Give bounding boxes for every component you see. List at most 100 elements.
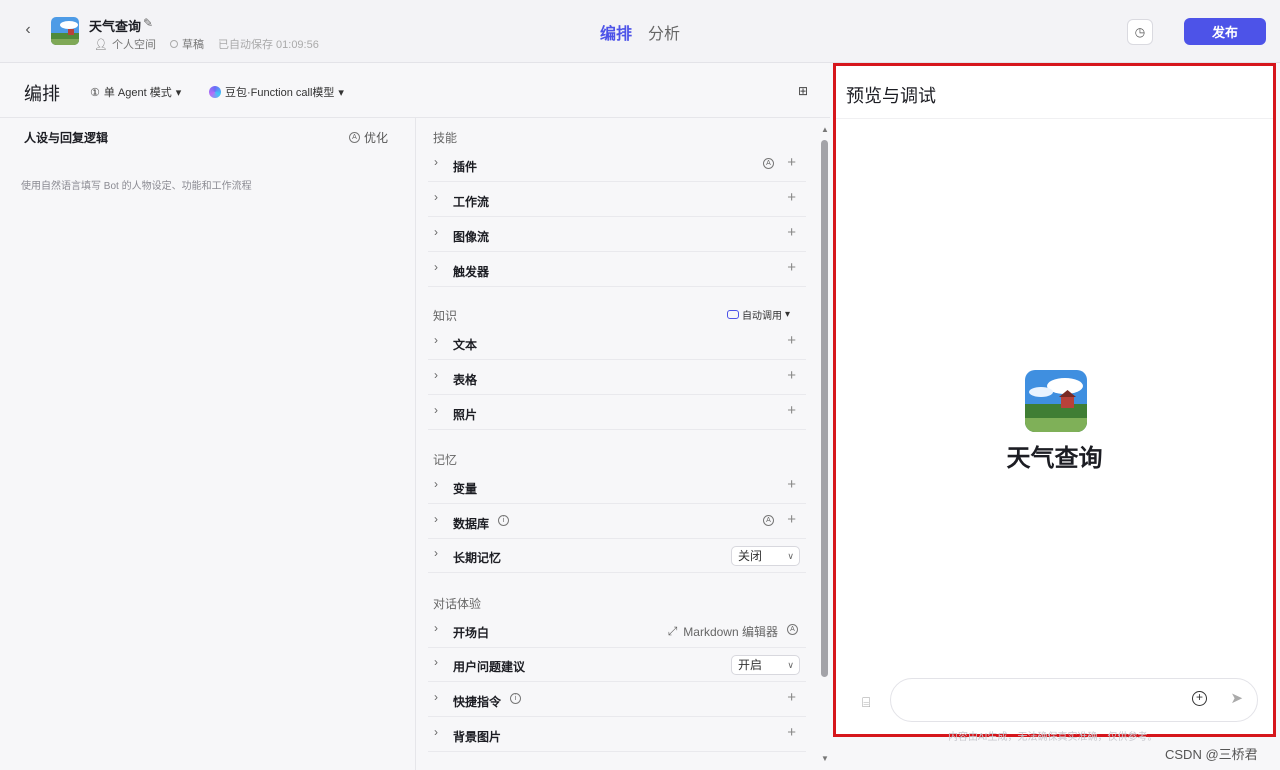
longterm-memory-select[interactable]: 关闭 ∨: [731, 546, 800, 566]
info-icon[interactable]: i: [498, 515, 509, 526]
row-label: 用户问题建议: [453, 660, 526, 674]
ai-disclaimer: 内容由AI生成，无法确保真实准确，仅供参考。: [948, 732, 1158, 743]
row-text[interactable]: › 文本 +: [428, 325, 806, 360]
layout-grid-icon[interactable]: ⊞: [798, 84, 808, 98]
ai-icon[interactable]: A: [787, 624, 798, 635]
chevron-right-icon: ›: [434, 368, 438, 382]
scroll-thumb[interactable]: [821, 140, 828, 677]
chevron-right-icon: ›: [434, 621, 438, 635]
row-workflow[interactable]: › 工作流 +: [428, 182, 806, 217]
add-icon[interactable]: +: [787, 189, 796, 206]
row-longterm-memory[interactable]: › 长期记忆 关闭 ∨: [428, 538, 806, 573]
select-value: 开启: [738, 658, 763, 672]
row-photo[interactable]: › 照片 +: [428, 395, 806, 430]
group-dialog: 对话体验: [433, 597, 482, 611]
add-attachment-icon[interactable]: +: [1192, 691, 1207, 706]
add-icon[interactable]: +: [787, 724, 796, 741]
add-icon[interactable]: +: [787, 332, 796, 349]
publish-button[interactable]: 发布: [1184, 18, 1266, 45]
add-icon[interactable]: +: [787, 402, 796, 419]
row-label: 图像流: [453, 230, 490, 244]
scrollbar[interactable]: ▲ ▼: [819, 118, 830, 770]
add-icon[interactable]: +: [787, 259, 796, 276]
scroll-down-icon[interactable]: ▼: [821, 754, 829, 763]
ai-icon[interactable]: A: [763, 158, 774, 169]
chevron-right-icon: ›: [434, 477, 438, 491]
back-icon[interactable]: ‹: [18, 20, 38, 40]
chevron-right-icon: ›: [434, 225, 438, 239]
row-database[interactable]: › 数据库 i A +: [428, 504, 806, 539]
add-icon[interactable]: +: [787, 224, 796, 241]
caret-down-icon: ▾: [784, 309, 790, 320]
row-label: 表格: [453, 373, 478, 387]
optimize-button[interactable]: A 优化: [349, 129, 388, 146]
add-icon[interactable]: +: [787, 367, 796, 384]
row-label: 长期记忆: [453, 551, 502, 565]
send-icon[interactable]: ➤: [1230, 689, 1243, 707]
bot-name-large: 天气查询: [1006, 445, 1103, 472]
caret-down-icon: ▾: [338, 86, 344, 99]
row-suggest[interactable]: › 用户问题建议 开启 ∨: [428, 647, 806, 682]
row-label: 变量: [453, 482, 478, 496]
row-label: 触发器: [453, 265, 490, 279]
tab-arrange[interactable]: 编排: [600, 20, 632, 44]
chevron-down-icon: ∨: [787, 551, 794, 561]
row-label: 工作流: [453, 195, 490, 209]
row-label: 数据库: [453, 517, 490, 531]
row-trigger[interactable]: › 触发器 +: [428, 252, 806, 287]
bot-avatar-image: [1025, 370, 1087, 432]
row-shortcut[interactable]: › 快捷指令 i +: [428, 682, 806, 717]
row-table[interactable]: › 表格 +: [428, 360, 806, 395]
chevron-down-icon: ∨: [787, 660, 794, 670]
row-background[interactable]: › 背景图片 +: [428, 717, 806, 752]
person-icon: 👤︎: [94, 38, 108, 51]
chevron-right-icon: ›: [434, 190, 438, 204]
chat-input[interactable]: + ➤: [890, 678, 1258, 722]
bot-avatar-image: [51, 17, 79, 45]
row-label: 开场白: [453, 626, 490, 640]
space-label: 个人空间: [111, 39, 156, 51]
bot-avatar: [51, 17, 79, 45]
group-knowledge: 知识: [433, 309, 458, 323]
bot-meta: 👤︎ 个人空间 草稿 已自动保存 01:09:56: [94, 36, 319, 52]
model-label: 豆包·Function call模型: [225, 87, 335, 99]
persona-input[interactable]: 使用自然语言填写 Bot 的人物设定、功能和工作流程: [21, 177, 252, 192]
suggest-select[interactable]: 开启 ∨: [731, 655, 800, 675]
info-icon[interactable]: i: [510, 693, 521, 704]
add-icon[interactable]: +: [787, 476, 796, 493]
row-label: 文本: [453, 338, 478, 352]
preview-panel: 预览与调试 天气查询 ⌸ + ➤: [833, 63, 1276, 737]
mode-icon: ①: [90, 86, 100, 99]
row-label: 背景图片: [453, 730, 502, 744]
row-label: 快捷指令: [453, 695, 502, 709]
row-opening[interactable]: › 开场白 ⤢ Markdown 编辑器 A: [428, 613, 806, 648]
persona-title: 人设与回复逻辑: [24, 131, 109, 145]
chevron-right-icon: ›: [434, 260, 438, 274]
model-select[interactable]: 豆包·Function call模型 ▾: [209, 84, 344, 100]
divider: [836, 118, 1273, 119]
agent-mode-select[interactable]: ① 单 Agent 模式 ▾: [90, 84, 181, 100]
add-icon[interactable]: +: [787, 154, 796, 171]
auto-call-select[interactable]: 自动调用 ▾: [726, 307, 790, 322]
clear-history-icon[interactable]: ⌸: [862, 694, 870, 711]
row-variable[interactable]: › 变量 +: [428, 469, 806, 504]
preview-title: 预览与调试: [846, 86, 936, 106]
select-value: 关闭: [738, 549, 763, 563]
history-button[interactable]: ◷: [1127, 19, 1153, 45]
chevron-right-icon: ›: [434, 655, 438, 669]
status-icon: [169, 40, 178, 48]
add-icon[interactable]: +: [787, 689, 796, 706]
chevron-right-icon: ›: [434, 690, 438, 704]
row-imageflow[interactable]: › 图像流 +: [428, 217, 806, 252]
markdown-editor-button[interactable]: ⤢ Markdown 编辑器: [668, 623, 778, 640]
row-plugin[interactable]: › 插件 A +: [428, 147, 806, 182]
edit-icon[interactable]: ✎: [143, 16, 153, 30]
caret-down-icon: ▾: [175, 86, 182, 99]
autosave-label: 已自动保存 01:09:56: [217, 39, 319, 51]
agent-mode-label: 单 Agent 模式: [103, 87, 172, 99]
scroll-up-icon[interactable]: ▲: [821, 125, 829, 134]
optimize-label: 优化: [364, 131, 389, 145]
tab-analysis[interactable]: 分析: [648, 20, 680, 44]
ai-icon[interactable]: A: [763, 515, 774, 526]
add-icon[interactable]: +: [787, 511, 796, 528]
